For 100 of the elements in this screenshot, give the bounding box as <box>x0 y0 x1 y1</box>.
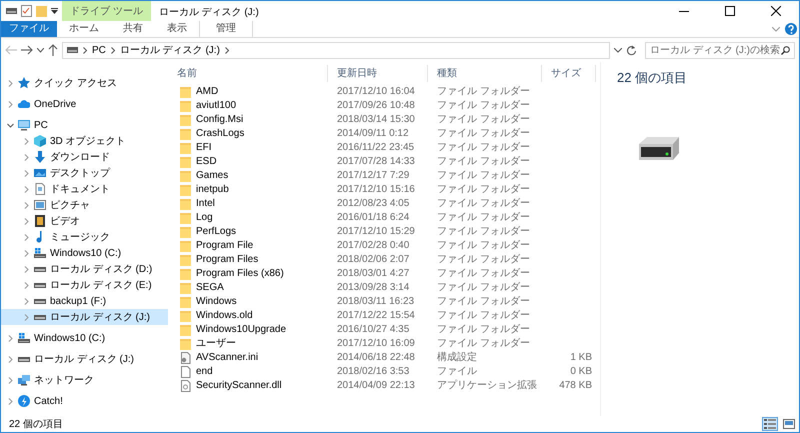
file-name[interactable]: CrashLogs <box>168 126 328 141</box>
expand-chevron-icon <box>23 202 30 208</box>
tree-item[interactable]: Windows10 (C:) <box>1 330 168 346</box>
file-name[interactable]: Windows.old <box>168 308 328 323</box>
view-button[interactable] <box>780 417 796 431</box>
ribbon-tab[interactable]: ホーム <box>57 21 111 37</box>
file-name[interactable]: PerfLogs <box>168 224 328 239</box>
tree-item[interactable]: Windows10 (C:) <box>1 245 168 261</box>
table-cell-text: ファイル フォルダー <box>436 253 531 267</box>
ribbon-tab[interactable]: 管理 <box>199 21 253 37</box>
folder-icon <box>180 282 191 294</box>
refresh-icon[interactable] <box>626 44 637 56</box>
folder-icon <box>180 142 191 154</box>
tree-item[interactable]: ミュージック <box>1 229 168 245</box>
expand-chevron-icon <box>23 282 30 288</box>
file-name[interactable]: Windows <box>168 294 328 309</box>
recent-dropdown-icon[interactable] <box>37 48 44 52</box>
file-name[interactable]: ESD <box>168 154 328 169</box>
address-dropdown-icon[interactable] <box>614 48 622 52</box>
file-name[interactable]: inetpub <box>168 182 328 197</box>
file-name[interactable]: Program Files <box>168 252 328 267</box>
file-name[interactable]: AVScanner.ini <box>168 350 328 365</box>
expand-chevron-icon <box>23 138 30 144</box>
folder-icon <box>180 310 191 322</box>
table-cell-text: 2017/12/10 16:04 <box>336 85 416 99</box>
ribbon-tab[interactable]: ファイル <box>1 21 57 37</box>
folder-icon <box>180 212 191 224</box>
table-cell-text: ファイル フォルダー <box>436 127 531 141</box>
tree-item[interactable]: クイック アクセス <box>1 75 168 91</box>
expand-chevron-icon <box>23 234 30 240</box>
tree-item[interactable]: デスクトップ <box>1 165 168 181</box>
windows-drive-icon <box>18 332 30 344</box>
file-name[interactable]: SecurityScanner.dll <box>168 378 328 393</box>
breadcrumb[interactable]: PC <box>92 42 106 58</box>
tiles-view-icon <box>782 418 794 430</box>
view-button[interactable] <box>762 417 778 431</box>
ribbon-tab[interactable]: 共有 <box>111 21 155 37</box>
expand-chevron-icon <box>23 250 30 256</box>
file-name[interactable]: Intel <box>168 196 328 211</box>
tree-item[interactable]: ローカル ディスク (J:) <box>1 309 168 325</box>
table-cell-text: 2017/09/26 10:48 <box>336 99 416 113</box>
file-name[interactable]: end <box>168 364 328 379</box>
table-cell-text: ファイル フォルダー <box>436 169 531 183</box>
file-name[interactable]: Program Files (x86) <box>168 266 328 281</box>
dropdown-icon[interactable] <box>51 8 58 14</box>
folder-icon <box>180 128 191 140</box>
table-cell-text: アプリケーション拡張 <box>436 378 538 393</box>
folder-icon <box>180 324 191 336</box>
folder-icon <box>180 156 191 168</box>
file-name[interactable]: Games <box>168 168 328 183</box>
file-name[interactable]: SEGA <box>168 280 328 295</box>
tree-item[interactable]: 3D オブジェクト <box>1 133 168 149</box>
tree-item[interactable]: backup1 (F:) <box>1 293 168 309</box>
column-header[interactable]: 種類 <box>428 65 542 82</box>
file-name[interactable]: Program File <box>168 238 328 253</box>
drive-icon <box>67 47 78 53</box>
file-name[interactable]: EFI <box>168 140 328 155</box>
search-field[interactable]: ローカル ディスク (J:)の検索 <box>645 42 795 58</box>
expand-chevron-icon <box>23 298 30 304</box>
file-name[interactable]: ユーザー <box>168 336 328 351</box>
tree-item[interactable]: ビデオ <box>1 213 168 229</box>
expand-ribbon-icon[interactable] <box>772 26 780 32</box>
folder-icon <box>180 296 191 308</box>
column-header[interactable]: 名前 <box>168 65 328 82</box>
search-icon <box>781 46 790 54</box>
address-bar[interactable]: PC ローカル ディスク (J:) <box>62 42 610 58</box>
tree-item[interactable]: Catch! <box>1 393 168 409</box>
table-cell-text: ファイル フォルダー <box>436 337 531 351</box>
column-header[interactable]: 更新日時 <box>328 65 428 82</box>
folder-icon <box>180 114 191 126</box>
breadcrumb[interactable]: ローカル ディスク (J:) <box>120 42 220 58</box>
file-name[interactable]: Config.Msi <box>168 112 328 127</box>
tree-item[interactable]: ダウンロード <box>1 149 168 165</box>
file-name[interactable]: Log <box>168 210 328 225</box>
table-cell-text: 2016/01/18 6:24 <box>336 211 410 225</box>
file-name[interactable]: AMD <box>168 84 328 99</box>
forward-icon[interactable] <box>21 45 33 55</box>
tree-item[interactable]: ネットワーク <box>1 372 168 388</box>
table-cell-text: ファイル フォルダー <box>436 141 531 155</box>
ribbon-tab[interactable]: 表示 <box>155 21 199 37</box>
tree-item[interactable]: ローカル ディスク (D:) <box>1 261 168 277</box>
tree-item[interactable]: PC <box>1 117 168 133</box>
table-cell-text: 2018/03/11 16:23 <box>336 295 416 309</box>
monitor-icon <box>34 167 46 179</box>
tree-item[interactable]: ドキュメント <box>1 181 168 197</box>
file-name[interactable]: aviutl100 <box>168 98 328 113</box>
properties-icon[interactable] <box>21 5 32 17</box>
column-header[interactable]: サイズ <box>542 65 596 82</box>
table-cell-text: 2013/09/28 3:14 <box>336 281 410 295</box>
table-cell-text: ファイル フォルダー <box>436 267 531 281</box>
file-name[interactable]: Windows10Upgrade <box>168 322 328 337</box>
tree-item[interactable]: ローカル ディスク (E:) <box>1 277 168 293</box>
up-icon[interactable] <box>48 44 58 56</box>
help-icon[interactable] <box>784 23 796 35</box>
tree-item[interactable]: ピクチャ <box>1 197 168 213</box>
expand-chevron-icon <box>7 356 14 362</box>
library-file-icon <box>180 380 191 392</box>
tree-item[interactable]: ローカル ディスク (J:) <box>1 351 168 367</box>
expand-chevron-icon <box>23 314 30 320</box>
tree-item[interactable]: OneDrive <box>1 96 168 112</box>
